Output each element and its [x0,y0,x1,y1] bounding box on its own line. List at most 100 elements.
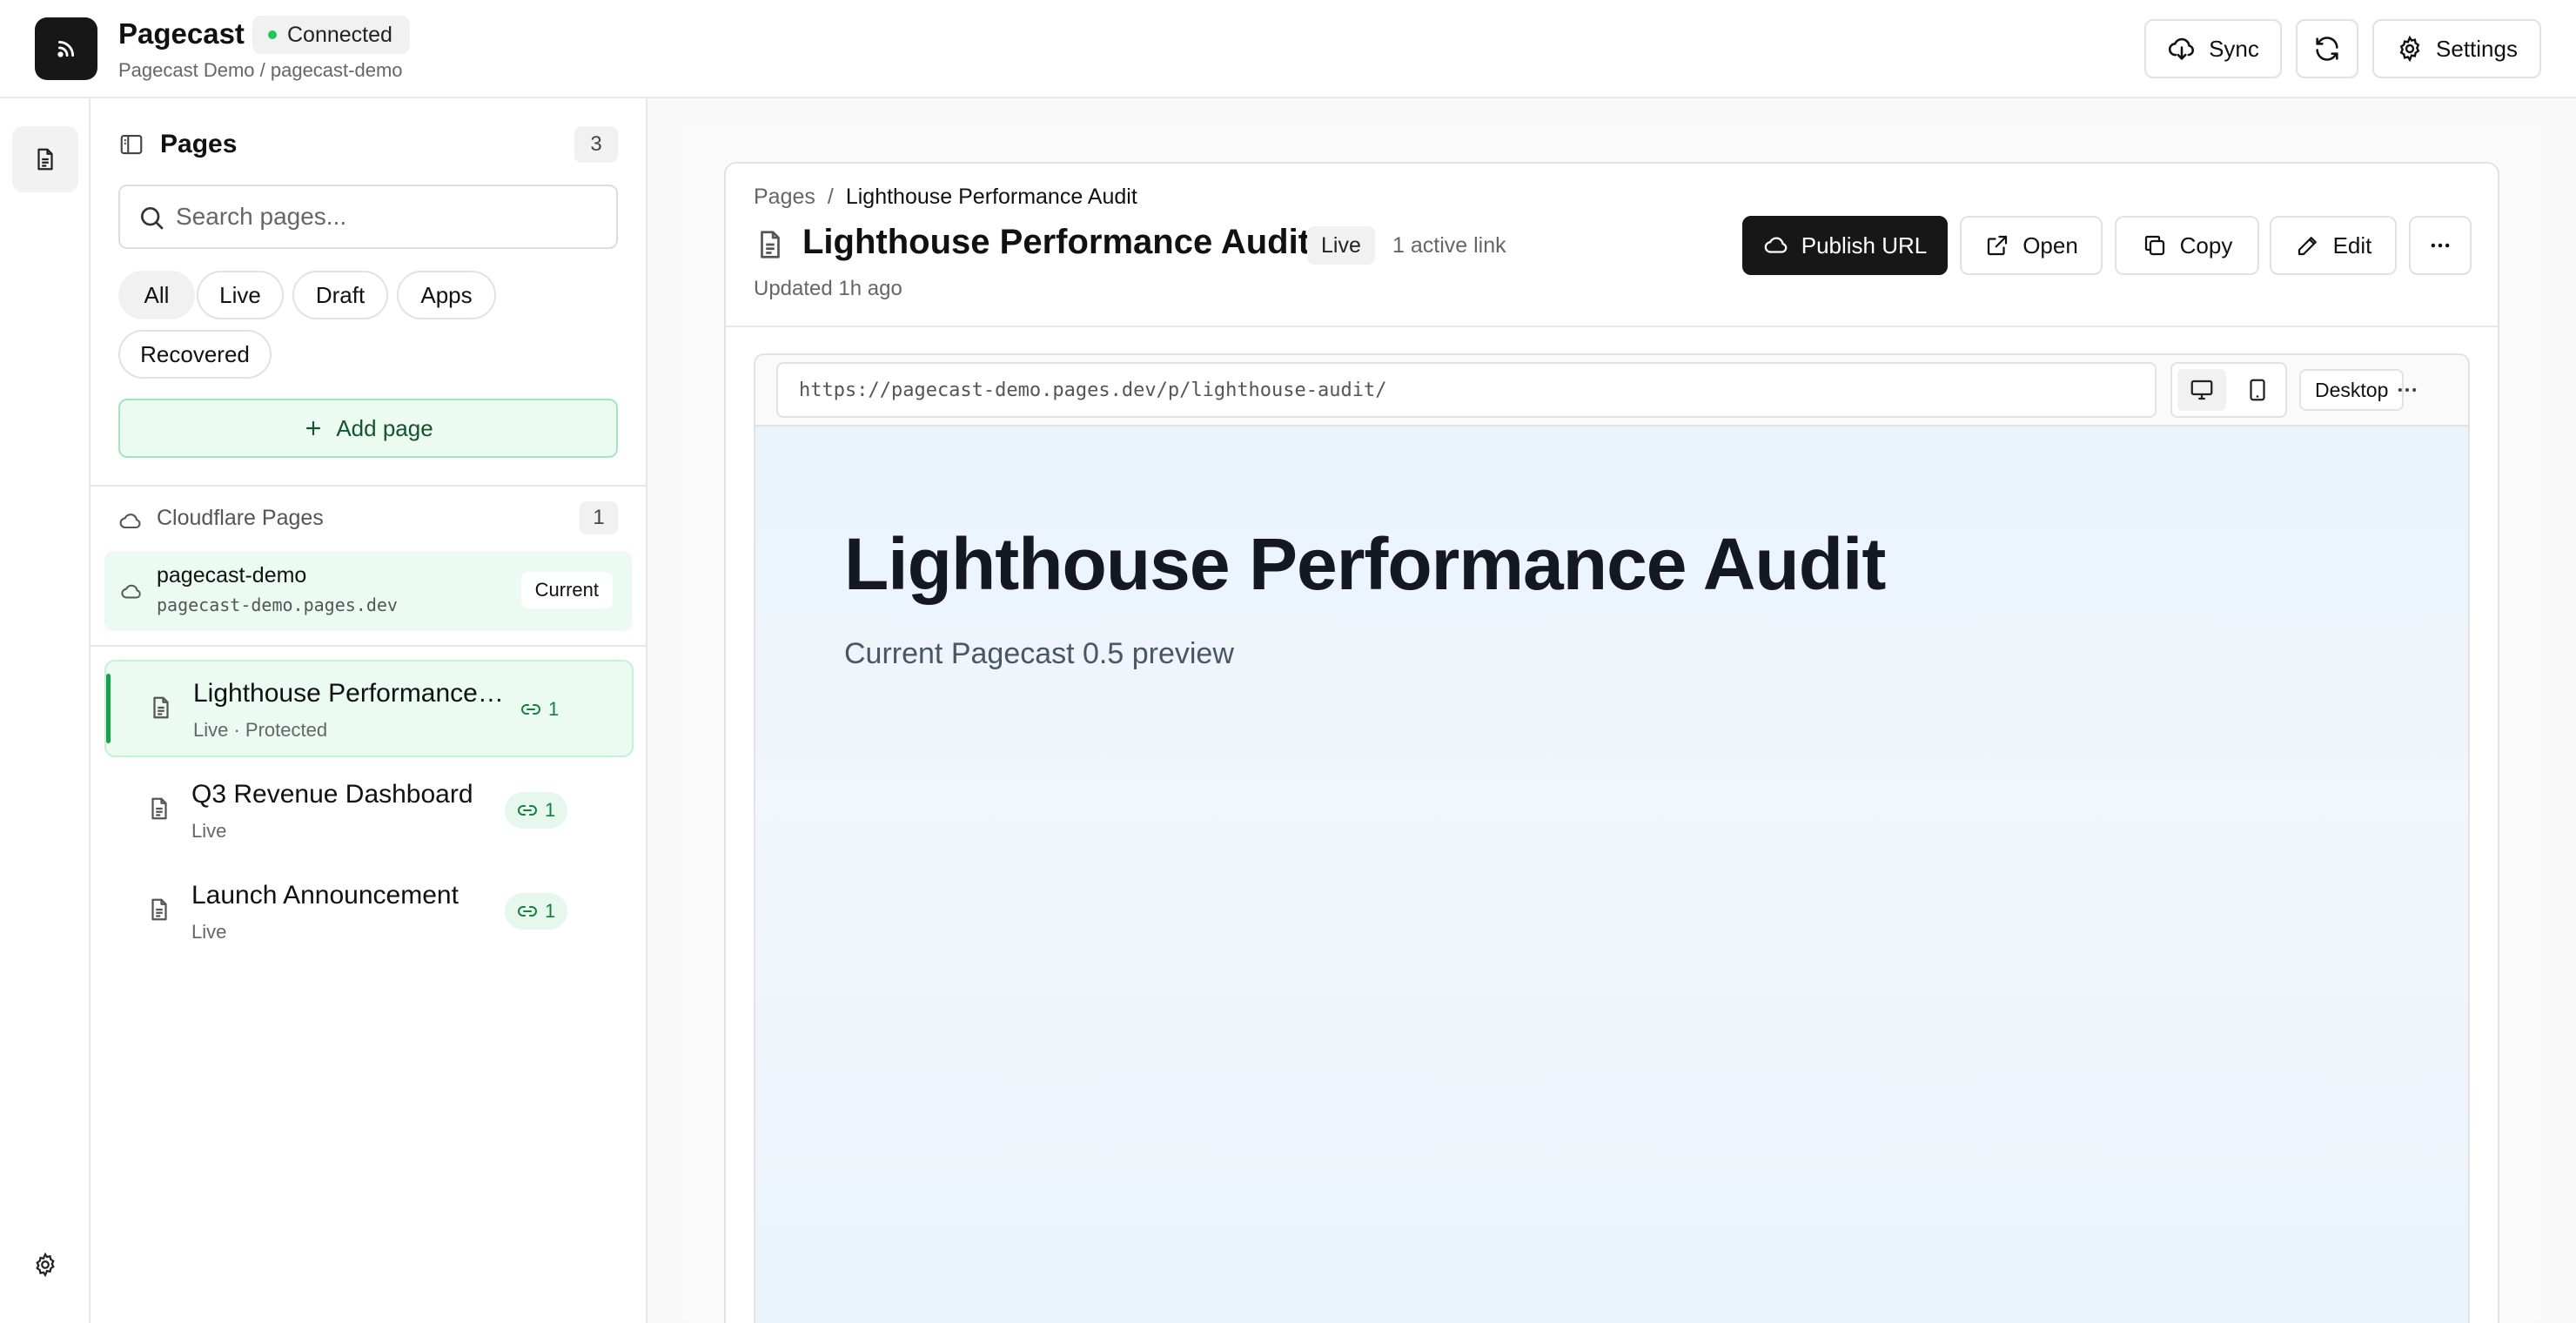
page-list-item-subtitle: Live [191,820,227,842]
app-logo[interactable] [35,17,97,80]
filter-draft[interactable]: Draft [292,271,388,319]
connection-status-text: Connected [287,23,392,47]
add-page-label: Add page [336,414,433,441]
filter-recovered[interactable]: Recovered [118,330,272,379]
rail-settings-button[interactable] [28,1247,63,1282]
updated-timestamp: Updated 1h ago [754,277,902,300]
filter-apps[interactable]: Apps [397,271,496,319]
smartphone-icon [2250,379,2265,401]
link-count-badge: 1 [508,691,571,728]
cloudflare-project-item[interactable]: pagecast-demo pagecast-demo.pages.dev Cu… [104,551,632,631]
more-horizontal-icon [2398,387,2417,393]
link-count: 1 [545,799,556,821]
open-button[interactable]: Open [1960,216,2103,275]
desktop-view-button[interactable] [2177,369,2226,411]
publish-url-button[interactable]: Publish URL [1742,216,1948,275]
cloud-download-icon [2169,37,2195,60]
app-header: Pagecast Connected Pagecast Demo / pagec… [0,0,2576,98]
cloud-icon [118,509,143,534]
sidebar-toggle-icon[interactable] [118,131,144,158]
filter-all[interactable]: All [118,271,195,319]
link-count: 1 [545,900,556,922]
external-link-icon [1988,235,2008,256]
page-list-item-title: Q3 Revenue Dashboard [191,780,473,809]
card-divider [726,326,2498,327]
copy-button[interactable]: Copy [2115,216,2259,275]
link-count: 1 [548,698,560,720]
page-list-item-lighthouse[interactable]: Lighthouse Performance Audit Live · Prot… [104,660,634,757]
publish-url-label: Publish URL [1801,232,1928,259]
gear-icon [2399,35,2420,63]
page-list-item-subtitle: Live · Protected [193,719,328,741]
current-project-badge: Current [520,572,613,608]
status-dot-icon [268,30,277,39]
preview-content-band [755,780,2468,1323]
copy-label: Copy [2179,232,2233,259]
more-actions-button[interactable] [2409,216,2472,275]
page-list-item-subtitle: Live [191,921,227,943]
refresh-icon [2316,37,2338,61]
sidebar-divider [91,645,646,647]
document-icon [754,228,787,261]
page-list-item-launch[interactable]: Launch Announcement Live 1 [104,863,634,961]
pencil-icon [2298,237,2317,256]
search-input[interactable] [176,186,602,247]
nav-rail [0,98,91,1323]
breadcrumb-root[interactable]: Pages [754,185,815,210]
monitor-icon [2190,379,2213,400]
viewport-toggle [2170,362,2287,418]
settings-button[interactable]: Settings [2372,19,2541,78]
edit-button[interactable]: Edit [2270,216,2397,275]
preview-url-bar[interactable]: https://pagecast-demo.pages.dev/p/lighth… [776,362,2157,418]
cloud-icon [120,581,143,603]
pages-sidebar: Pages 3 All Live Draft Apps Recovered Ad… [91,98,647,1323]
connection-status-badge: Connected [252,16,410,54]
page-detail-card: Pages / Lighthouse Performance Audit Lig… [724,162,2499,1323]
link-icon [518,805,537,816]
breadcrumb: Pages / Lighthouse Performance Audit [754,185,1137,210]
link-icon [521,704,540,715]
add-page-button[interactable]: Add page [118,399,618,458]
preview-url: https://pagecast-demo.pages.dev/p/lighth… [799,379,1387,401]
filter-live[interactable]: Live [197,271,284,319]
gear-icon [36,1252,55,1278]
rss-icon [57,41,74,57]
project-url: pagecast-demo.pages.dev [157,594,398,615]
search-box [118,185,618,249]
page-list-item-q3-revenue[interactable]: Q3 Revenue Dashboard Live 1 [104,762,634,860]
project-path: Pagecast Demo / pagecast-demo [118,59,403,81]
document-icon [148,695,174,721]
refresh-button[interactable] [2296,19,2358,78]
preview-frame: Lighthouse Performance Audit Current Pag… [755,425,2468,1323]
preview-subheading: Current Pagecast 0.5 preview [844,637,1234,670]
more-horizontal-icon [2431,243,2450,248]
link-icon [518,906,537,917]
document-icon [37,148,53,171]
app-title: Pagecast [118,17,245,50]
cloudflare-count-badge: 1 [580,501,618,534]
preview-more-button[interactable] [2390,376,2425,404]
edit-label: Edit [2332,232,2372,259]
mobile-view-button[interactable] [2233,369,2282,411]
breadcrumb-separator: / [827,185,834,209]
viewport-mode-label: Desktop [2299,369,2405,411]
search-icon [138,204,165,232]
settings-label: Settings [2436,35,2518,62]
page-list-item-title: Launch Announcement [191,881,459,910]
sync-label: Sync [2209,35,2259,62]
selected-indicator [106,674,111,743]
open-label: Open [2023,232,2078,259]
status-badge: Live [1307,226,1375,265]
rail-pages-button[interactable] [12,126,78,192]
cloudflare-section-title: Cloudflare Pages [157,506,324,530]
sidebar-title: Pages [160,130,238,158]
plus-icon [306,420,321,436]
page-preview: https://pagecast-demo.pages.dev/p/lighth… [754,353,2470,1323]
sync-button[interactable]: Sync [2144,19,2282,78]
preview-heading: Lighthouse Performance Audit [844,523,1886,605]
link-count-badge: 1 [505,792,568,829]
link-count-badge: 1 [505,893,568,930]
breadcrumb-current: Lighthouse Performance Audit [845,185,1137,209]
document-icon [146,796,172,822]
pages-count-badge: 3 [574,126,618,163]
